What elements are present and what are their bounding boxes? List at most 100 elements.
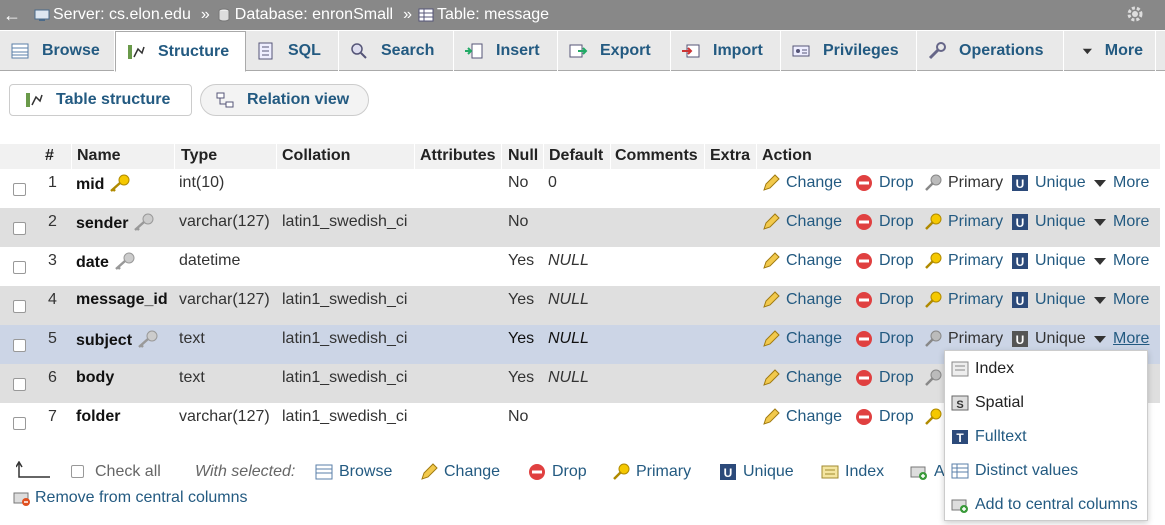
- header-null[interactable]: Null: [508, 147, 538, 165]
- drop-action[interactable]: Drop: [855, 369, 914, 387]
- header-type[interactable]: Type: [181, 147, 217, 165]
- remove-central-columns-button[interactable]: Remove from central columns: [13, 489, 248, 507]
- row-checkbox[interactable]: [13, 339, 26, 352]
- change-action[interactable]: Change: [762, 369, 842, 387]
- primary-action[interactable]: Primary: [924, 291, 1003, 309]
- header-comments[interactable]: Comments: [615, 147, 698, 165]
- gear-icon[interactable]: [1125, 4, 1145, 24]
- row-checkbox[interactable]: [13, 417, 26, 430]
- header-name[interactable]: Name: [77, 147, 121, 165]
- menu-item-index[interactable]: Index: [951, 360, 1014, 378]
- menu-item-fulltext[interactable]: T Fulltext: [951, 428, 1027, 446]
- drop-action[interactable]: Drop: [855, 330, 914, 348]
- svg-text:U: U: [724, 466, 733, 480]
- subtab-relation-view[interactable]: Relation view: [200, 84, 369, 116]
- bulk-index-button[interactable]: Index: [821, 463, 884, 481]
- pencil-icon: [421, 463, 438, 480]
- column-default: NULL: [548, 291, 589, 308]
- drop-action[interactable]: Drop: [855, 291, 914, 309]
- row-checkbox[interactable]: [13, 183, 26, 196]
- tab-sql[interactable]: SQL: [246, 31, 339, 71]
- column-name[interactable]: date: [76, 252, 135, 272]
- relation-view-icon: [216, 92, 234, 108]
- menu-item-distinct-values[interactable]: Distinct values: [951, 462, 1078, 480]
- spatial-icon: S: [951, 395, 969, 411]
- column-type: varchar(127): [179, 213, 270, 230]
- more-action[interactable]: More: [1093, 291, 1149, 309]
- tab-browse[interactable]: Browse: [0, 31, 115, 71]
- change-action[interactable]: Change: [762, 291, 842, 309]
- column-name[interactable]: folder: [76, 408, 120, 426]
- column-name[interactable]: mid: [76, 174, 130, 194]
- menu-item-add-central-columns[interactable]: Add to central columns: [951, 496, 1138, 514]
- tab-more[interactable]: More: [1064, 31, 1156, 71]
- bulk-primary-button[interactable]: Primary: [612, 463, 691, 481]
- row-num: 1: [48, 174, 57, 191]
- unique-action[interactable]: U Unique: [1011, 291, 1086, 309]
- menu-item-spatial[interactable]: S Spatial: [951, 394, 1024, 412]
- header-default[interactable]: Default: [549, 147, 603, 165]
- primary-action[interactable]: Primary: [924, 213, 1003, 231]
- row-checkbox[interactable]: [13, 378, 26, 391]
- tab-search[interactable]: Search: [339, 31, 454, 71]
- change-action[interactable]: Change: [762, 252, 842, 270]
- column-name[interactable]: message_id: [76, 291, 168, 309]
- change-action[interactable]: Change: [762, 330, 842, 348]
- pencil-icon: [763, 369, 780, 386]
- column-name[interactable]: subject: [76, 330, 158, 350]
- tab-export[interactable]: Export: [558, 31, 671, 71]
- drop-action[interactable]: Drop: [855, 174, 914, 192]
- tab-import[interactable]: Import: [671, 31, 781, 71]
- bulk-change-button[interactable]: Change: [420, 463, 500, 481]
- bulk-browse-button[interactable]: Browse: [315, 463, 392, 481]
- tab-insert[interactable]: Insert: [454, 31, 558, 71]
- change-action[interactable]: Change: [762, 408, 842, 426]
- column-name[interactable]: sender: [76, 213, 154, 233]
- row-checkbox[interactable]: [13, 222, 26, 235]
- tab-privileges[interactable]: Privileges: [781, 31, 917, 71]
- breadcrumb-server[interactable]: Server: cs.elon.edu: [24, 6, 191, 24]
- primary-action: Primary: [924, 174, 1003, 192]
- more-action[interactable]: More: [1093, 174, 1149, 192]
- breadcrumb-table[interactable]: Table: message: [416, 6, 549, 24]
- more-action[interactable]: More: [1093, 213, 1149, 231]
- header-collation[interactable]: Collation: [282, 147, 350, 165]
- tab-operations[interactable]: Operations: [917, 31, 1064, 71]
- change-action[interactable]: Change: [762, 174, 842, 192]
- header-attributes[interactable]: Attributes: [420, 147, 496, 165]
- pencil-icon: [763, 174, 780, 191]
- drop-icon: [856, 175, 872, 191]
- chevron-down-icon: [1094, 336, 1106, 343]
- bulk-unique-button[interactable]: U Unique: [719, 463, 794, 481]
- unique-action[interactable]: U Unique: [1011, 174, 1086, 192]
- check-all-label[interactable]: Check all: [95, 463, 161, 481]
- column-null: No: [508, 213, 529, 230]
- column-name[interactable]: body: [76, 369, 114, 387]
- column-type: datetime: [179, 252, 241, 269]
- unique-icon: U: [1012, 331, 1028, 347]
- bulk-add-central-button[interactable]: A: [910, 463, 945, 481]
- unique-action[interactable]: U Unique: [1011, 213, 1086, 231]
- back-arrow-icon[interactable]: ←: [0, 5, 24, 26]
- breadcrumb-database[interactable]: Database: enronSmall: [214, 6, 393, 24]
- primary-key-icon: [925, 213, 942, 230]
- more-action-open[interactable]: More: [1093, 330, 1149, 348]
- export-icon: [569, 44, 588, 58]
- unique-action[interactable]: U Unique: [1011, 252, 1086, 270]
- svg-text:U: U: [1016, 216, 1025, 230]
- row-checkbox[interactable]: [13, 300, 26, 313]
- drop-action[interactable]: Drop: [855, 213, 914, 231]
- header-extra[interactable]: Extra: [710, 147, 750, 165]
- bulk-drop-button[interactable]: Drop: [528, 463, 587, 481]
- change-action[interactable]: Change: [762, 213, 842, 231]
- more-action[interactable]: More: [1093, 252, 1149, 270]
- row-num: 3: [48, 252, 57, 269]
- subtab-table-structure[interactable]: Table structure: [9, 84, 192, 116]
- primary-action[interactable]: Primary: [924, 252, 1003, 270]
- insert-icon: [465, 43, 483, 59]
- tab-structure[interactable]: Structure: [115, 31, 246, 72]
- row-checkbox[interactable]: [13, 261, 26, 274]
- check-all-checkbox[interactable]: [71, 465, 84, 478]
- drop-action[interactable]: Drop: [855, 252, 914, 270]
- drop-action[interactable]: Drop: [855, 408, 914, 426]
